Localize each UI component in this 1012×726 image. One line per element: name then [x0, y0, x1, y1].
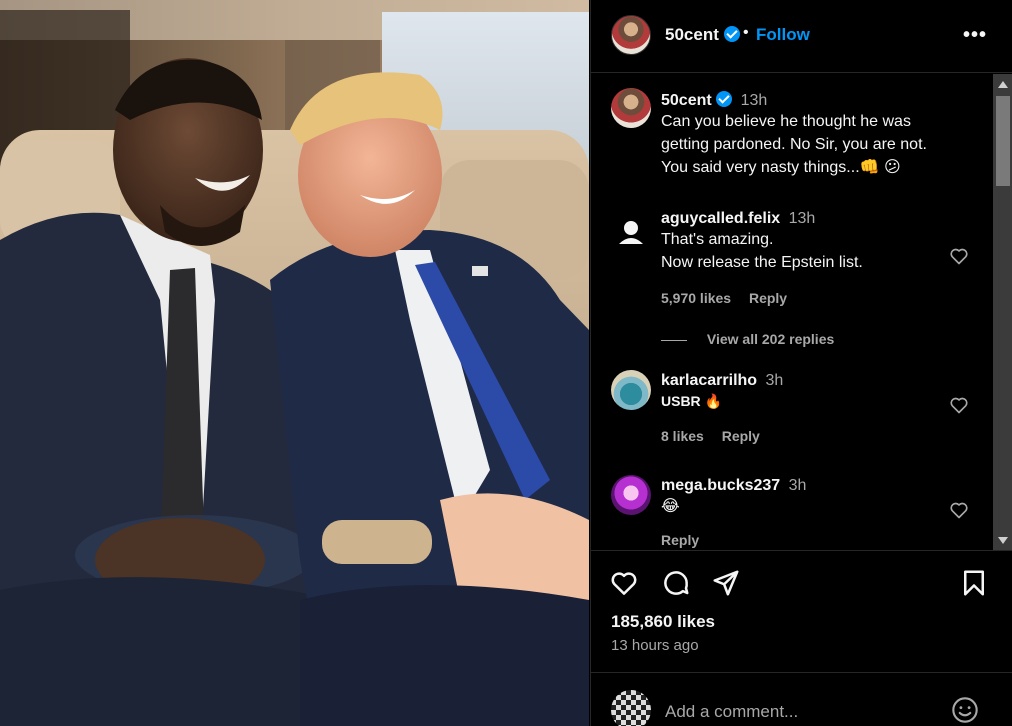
comment-likes[interactable]: 5,970 likes: [661, 290, 731, 306]
comment-like-heart-icon[interactable]: [949, 395, 969, 415]
comment-text: USBR 🔥: [661, 393, 722, 409]
current-user-avatar: [611, 690, 651, 726]
commenter-avatar[interactable]: [611, 370, 651, 410]
more-options-icon[interactable]: •••: [963, 24, 987, 47]
caption-block: 50cent 13h Can you believe he thought he…: [661, 91, 981, 179]
post-likes-count[interactable]: 185,860 likes: [611, 612, 715, 632]
post-time-ago[interactable]: 13 hours ago: [611, 637, 699, 654]
caption-username[interactable]: 50cent: [661, 92, 712, 109]
add-comment-bar: [591, 672, 1012, 726]
post-panel: 50cent • Follow ••• 50cent 13h Can you b…: [590, 0, 1012, 726]
comment-reply-button[interactable]: Reply: [661, 532, 699, 548]
bookmark-icon[interactable]: [959, 568, 989, 598]
caption-text-line: You said very nasty things...👊 😕: [661, 159, 901, 176]
emoji-icon[interactable]: [951, 696, 979, 724]
comment-text-line: Now release the Epstein list.: [661, 254, 863, 271]
comment-username[interactable]: mega.bucks237: [661, 477, 780, 494]
add-comment-input[interactable]: [665, 699, 935, 725]
comment-meta: 8 likes Reply: [661, 428, 774, 444]
scrollbar-thumb[interactable]: [996, 96, 1010, 186]
comments-scrollbar[interactable]: [993, 74, 1012, 550]
caption-avatar[interactable]: [611, 88, 651, 128]
caption-text-line: Can you believe he thought he was: [661, 113, 911, 130]
comment-time[interactable]: 13h: [789, 210, 816, 227]
comment-time[interactable]: 3h: [766, 372, 784, 389]
comment-time[interactable]: 3h: [789, 477, 807, 494]
comment-block: aguycalled.felix 13h That's amazing. Now…: [661, 210, 961, 274]
commenter-avatar[interactable]: [611, 475, 651, 515]
comment-like-heart-icon[interactable]: [949, 500, 969, 520]
verified-badge-icon: [716, 91, 733, 107]
scroll-down-arrow-icon[interactable]: [998, 537, 1008, 544]
comment-meta: Reply: [661, 532, 713, 548]
heart-icon[interactable]: [609, 568, 639, 598]
default-avatar-icon[interactable]: [611, 212, 651, 252]
comment-reply-button[interactable]: Reply: [722, 428, 760, 444]
post-photo[interactable]: [0, 0, 589, 726]
comment-text-line: That's amazing.: [661, 231, 774, 248]
comment-block: mega.bucks237 3h 😂: [661, 477, 961, 518]
replies-divider: [661, 339, 687, 341]
comment-meta: 5,970 likes Reply: [661, 290, 801, 306]
comments-list[interactable]: 50cent 13h Can you believe he thought he…: [591, 74, 1012, 551]
post-actions: 185,860 likes 13 hours ago: [591, 552, 1012, 672]
comment-username[interactable]: aguycalled.felix: [661, 210, 780, 227]
author-username[interactable]: 50cent: [665, 25, 719, 44]
share-icon[interactable]: [711, 568, 741, 598]
caption-text-line: getting pardoned. No Sir, you are not.: [661, 136, 927, 153]
comment-username[interactable]: karlacarrilho: [661, 372, 757, 389]
comment-icon[interactable]: [661, 568, 691, 598]
comment-like-heart-icon[interactable]: [949, 246, 969, 266]
separator-dot: •: [743, 24, 749, 41]
author-avatar[interactable]: [611, 15, 651, 55]
scroll-up-arrow-icon[interactable]: [998, 81, 1008, 88]
verified-badge-icon: [723, 26, 740, 42]
view-replies-button[interactable]: View all 202 replies: [707, 331, 834, 347]
view-replies-row[interactable]: View all 202 replies: [661, 331, 834, 347]
post-header: 50cent • Follow •••: [591, 0, 1012, 73]
caption-time[interactable]: 13h: [741, 92, 768, 109]
comment-block: karlacarrilho 3h USBR 🔥: [661, 372, 961, 413]
comment-likes[interactable]: 8 likes: [661, 428, 704, 444]
post-image: [0, 0, 589, 726]
follow-button[interactable]: Follow: [756, 25, 810, 45]
author-username-row[interactable]: 50cent: [665, 25, 740, 45]
comment-text: 😂: [661, 498, 680, 515]
comment-reply-button[interactable]: Reply: [749, 290, 787, 306]
